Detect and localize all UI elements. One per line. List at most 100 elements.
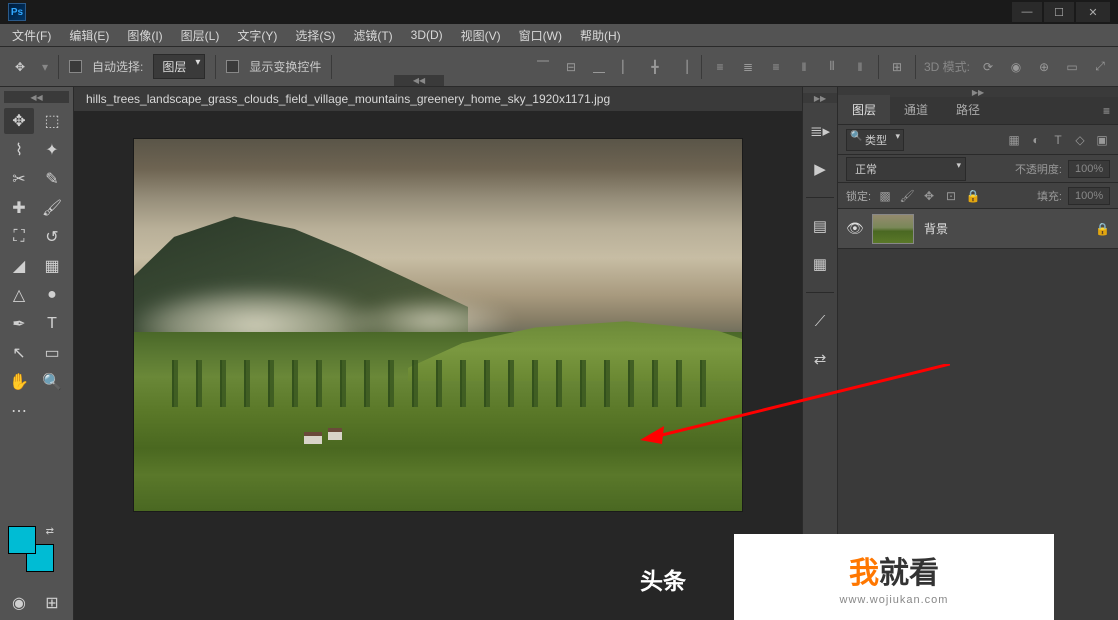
align-hcenter-icon[interactable]: ╋ [645,57,665,77]
filter-shape-icon[interactable]: ◇ [1072,132,1088,148]
menu-edit[interactable]: 编辑(E) [61,24,117,47]
mode-3d-label: 3D 模式: [924,58,970,75]
filter-adjust-icon[interactable]: ◐ [1028,132,1044,148]
healing-brush-tool[interactable]: ✚ [4,195,34,221]
scale-3d-icon[interactable]: ⤢ [1090,57,1110,77]
layer-thumbnail[interactable] [872,214,914,244]
adjustments-panel-icon[interactable]: ⇄ [808,347,832,371]
eyedropper-tool[interactable]: ✎ [37,166,67,192]
auto-select-checkbox[interactable] [69,60,82,73]
move-tool[interactable]: ✥ [4,108,34,134]
character-panel-icon[interactable]: ▤ [808,214,832,238]
pan-3d-icon[interactable]: ⊕ [1034,57,1054,77]
crop-tool[interactable]: ✂ [4,166,34,192]
menu-select[interactable]: 选择(S) [287,24,343,47]
history-brush-tool[interactable]: ↺ [37,224,67,250]
lock-artboard-icon[interactable]: ⊡ [943,189,959,203]
distribute-left-icon[interactable]: ‖ [794,57,814,77]
menu-help[interactable]: 帮助(H) [572,24,629,47]
dock-collapse-icon[interactable]: ▶▶ [803,93,837,103]
lock-position-icon[interactable]: ✥ [921,189,937,203]
menu-layer[interactable]: 图层(L) [173,24,228,47]
path-select-tool[interactable]: ↖ [4,340,34,366]
menu-image[interactable]: 图像(I) [119,24,170,47]
toutiao-watermark: 头条 [640,562,686,596]
tab-paths[interactable]: 路径 [942,95,994,124]
menu-window[interactable]: 窗口(W) [511,24,570,47]
panel-menu-icon[interactable]: ≡ [1095,98,1118,124]
align-right-icon[interactable]: ▕ [673,57,693,77]
quick-mask-tool[interactable]: ◉ [4,590,34,616]
menu-3d[interactable]: 3D(D) [403,25,451,45]
layer-visibility-icon[interactable]: 👁 [846,220,862,237]
menu-filter[interactable]: 滤镜(T) [345,24,400,47]
type-tool[interactable]: T [37,311,67,337]
marquee-tool[interactable]: ⬚ [37,108,67,134]
menu-type[interactable]: 文字(Y) [229,24,285,47]
lasso-tool[interactable]: ⌇ [4,137,34,163]
lock-row: 锁定: ▩ 🖌 ✥ ⊡ 🔒 填充: 100% [838,183,1118,209]
lock-all-icon[interactable]: 🔒 [965,189,981,203]
move-tool-icon: ✥ [8,55,32,79]
distribute-vcenter-icon[interactable]: ≣ [738,57,758,77]
close-button[interactable]: ✕ [1076,2,1110,22]
layer-lock-icon[interactable]: 🔒 [1095,222,1110,236]
fill-value[interactable]: 100% [1068,187,1110,205]
minimize-button[interactable]: — [1012,2,1042,22]
edit-toolbar[interactable]: ⋯ [4,398,34,424]
distribute-top-icon[interactable]: ≡ [710,57,730,77]
maximize-button[interactable]: ☐ [1044,2,1074,22]
swap-colors-icon[interactable]: ⇄ [46,526,54,537]
menu-file[interactable]: 文件(F) [4,24,59,47]
lock-image-icon[interactable]: 🖌 [899,189,915,203]
fill-label: 填充: [1037,188,1062,204]
canvas-viewport[interactable] [74,111,802,620]
brushes-panel-icon[interactable]: ⟋ [808,309,832,333]
roll-3d-icon[interactable]: ◉ [1006,57,1026,77]
document-tab[interactable]: hills_trees_landscape_grass_clouds_field… [86,92,610,106]
align-vcenter-icon[interactable]: ⊟ [561,57,581,77]
screen-mode-tool[interactable]: ⊞ [37,590,67,616]
paragraph-panel-icon[interactable]: ▦ [808,252,832,276]
layer-row[interactable]: 👁 背景 🔒 [838,209,1118,249]
zoom-tool[interactable]: 🔍 [37,369,67,395]
hand-tool[interactable]: ✋ [4,369,34,395]
filter-smart-icon[interactable]: ▣ [1094,132,1110,148]
distribute-hcenter-icon[interactable]: ⫴ [822,57,842,77]
collapsed-panel-handle[interactable]: ◀◀ [394,75,444,86]
dodge-tool[interactable]: ● [37,282,67,308]
distribute-bottom-icon[interactable]: ≡ [766,57,786,77]
tab-channels[interactable]: 通道 [890,95,942,124]
pen-tool[interactable]: ✒ [4,311,34,337]
eraser-tool[interactable]: ◢ [4,253,34,279]
shape-tool[interactable]: ▭ [37,340,67,366]
filter-type-icon[interactable]: T [1050,132,1066,148]
filter-pixel-icon[interactable]: ▦ [1006,132,1022,148]
opacity-value[interactable]: 100% [1068,160,1110,178]
history-panel-icon[interactable]: ≣▸ [808,119,832,143]
align-top-icon[interactable]: ⎺ [533,57,553,77]
layer-name[interactable]: 背景 [924,220,948,237]
align-bottom-icon[interactable]: ⎽ [589,57,609,77]
distribute-right-icon[interactable]: ‖ [850,57,870,77]
brush-tool[interactable]: 🖌 [37,195,67,221]
orbit-3d-icon[interactable]: ⟳ [978,57,998,77]
blur-tool[interactable]: △ [4,282,34,308]
actions-panel-icon[interactable]: ▶ [808,157,832,181]
foreground-color[interactable] [8,526,36,554]
watermark-wo: 我 [849,557,879,590]
quick-select-tool[interactable]: ✦ [37,137,67,163]
slide-3d-icon[interactable]: ▭ [1062,57,1082,77]
auto-select-dropdown[interactable]: 图层 [153,54,205,79]
align-left-icon[interactable]: ▏ [617,57,637,77]
auto-align-icon[interactable]: ⊞ [887,57,907,77]
filter-kind-dropdown[interactable]: 类型 [846,129,904,151]
show-transform-checkbox[interactable] [226,60,239,73]
clone-stamp-tool[interactable]: ⛶ [4,224,34,250]
toolbox-collapse-icon[interactable]: ◀◀ [4,91,69,103]
menu-view[interactable]: 视图(V) [453,24,509,47]
lock-transparency-icon[interactable]: ▩ [877,189,893,203]
gradient-tool[interactable]: ▦ [37,253,67,279]
tab-layers[interactable]: 图层 [838,95,890,124]
blend-mode-dropdown[interactable]: 正常 [846,157,966,181]
